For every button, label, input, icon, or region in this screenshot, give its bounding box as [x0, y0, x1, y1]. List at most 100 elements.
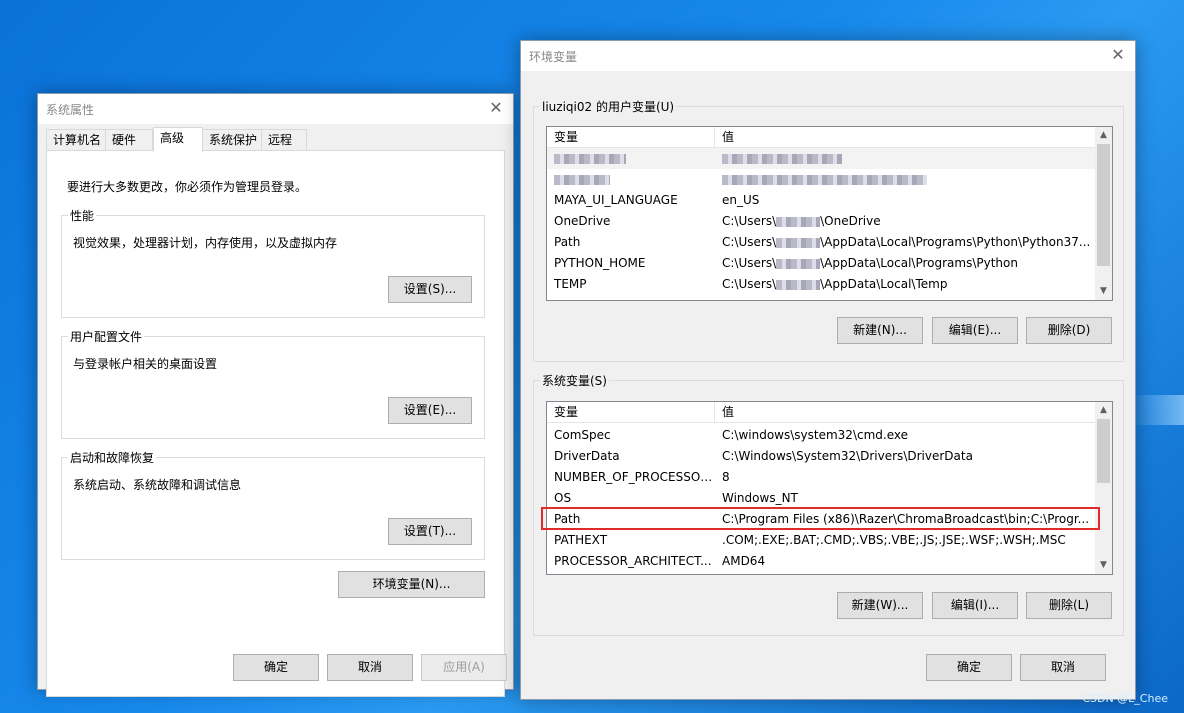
apply-button[interactable]: 应用(A)	[421, 654, 507, 681]
vertical-scrollbar[interactable]: ▲ ▼	[1095, 127, 1112, 300]
cancel-button[interactable]: 取消	[1020, 654, 1106, 681]
variable-name: NUMBER_OF_PROCESSORS	[554, 470, 715, 484]
user-profile-desc: 与登录帐户相关的桌面设置	[73, 357, 218, 371]
user-new-button[interactable]: 新建(N)...	[837, 317, 923, 344]
environment-variables-window: 环境变量 ✕ liuziqi02 的用户变量(U) 变量 值 MAYA_UI_L…	[520, 40, 1136, 700]
desktop-light-streak	[1130, 395, 1184, 425]
system-edit-button[interactable]: 编辑(I)...	[932, 592, 1018, 619]
close-icon[interactable]: ✕	[1107, 44, 1129, 66]
path-row-highlight	[541, 507, 1100, 530]
system-new-button[interactable]: 新建(W)...	[837, 592, 923, 619]
system-variables-title: 系统变量(S)	[540, 372, 609, 389]
scroll-up-icon[interactable]: ▲	[1095, 402, 1112, 419]
variable-name: Path	[554, 235, 581, 249]
environment-variables-button[interactable]: 环境变量(N)...	[338, 571, 485, 598]
admin-note: 要进行大多数更改，你必须作为管理员登录。	[67, 180, 308, 194]
startup-recovery-title: 启动和故障恢复	[68, 449, 157, 466]
redacted-username	[776, 279, 821, 290]
user-profile-group: 用户配置文件 与登录帐户相关的桌面设置 设置(E)...	[61, 328, 485, 439]
variable-value: AMD64	[722, 554, 766, 568]
performance-desc: 视觉效果，处理器计划，内存使用，以及虚拟内存	[73, 236, 338, 250]
table-row[interactable]	[547, 169, 1095, 190]
variable-name: PATHEXT	[554, 533, 608, 547]
scroll-thumb[interactable]	[1097, 419, 1110, 483]
scroll-down-icon[interactable]: ▼	[1095, 557, 1112, 574]
table-row[interactable]: MAYA_UI_LANGUAGE en_US	[547, 190, 1095, 211]
startup-recovery-group: 启动和故障恢复 系统启动、系统故障和调试信息 设置(T)...	[61, 449, 485, 560]
startup-recovery-desc: 系统启动、系统故障和调试信息	[73, 478, 242, 492]
table-row[interactable]: Path C:\Users\ \AppData\Local\Programs\Py…	[547, 232, 1095, 253]
ok-button[interactable]: 确定	[926, 654, 1012, 681]
user-edit-button[interactable]: 编辑(E)...	[932, 317, 1018, 344]
table-row[interactable]: PATHEXT .COM;.EXE;.BAT;.CMD;.VBS;.VBE;.J…	[547, 530, 1095, 551]
table-row[interactable]: OneDrive C:\Users\ \OneDrive	[547, 211, 1095, 232]
table-row[interactable]: DriverData C:\Windows\System32\Drivers\D…	[547, 446, 1095, 467]
redacted-value	[715, 148, 1095, 169]
tab-advanced[interactable]: 高级	[153, 127, 203, 152]
column-header-variable[interactable]: 变量	[547, 127, 715, 148]
startup-settings-button[interactable]: 设置(T)...	[388, 518, 472, 545]
vertical-scrollbar[interactable]: ▲ ▼	[1095, 402, 1112, 574]
close-icon[interactable]: ✕	[485, 97, 507, 119]
cancel-button[interactable]: 取消	[327, 654, 413, 681]
variable-value: C:\Users\ \AppData\Local\Programs\Python\…	[722, 235, 1091, 249]
watermark: CSDN @L_Chee	[1082, 692, 1168, 705]
scroll-thumb[interactable]	[1097, 144, 1110, 266]
column-header-variable[interactable]: 变量	[547, 402, 715, 423]
system-properties-titlebar: 系统属性 ✕	[38, 94, 513, 124]
tab-hardware[interactable]: 硬件	[105, 129, 153, 151]
variable-value: C:\Windows\System32\Drivers\DriverData	[722, 449, 973, 463]
variable-name: TEMP	[554, 277, 587, 291]
table-row[interactable]: TEMP C:\Users\ \AppData\Local\Temp	[547, 274, 1095, 295]
user-variables-title: liuziqi02 的用户变量(U)	[540, 98, 677, 115]
variable-value: .COM;.EXE;.BAT;.CMD;.VBS;.VBE;.JS;.JSE;.…	[722, 533, 1066, 547]
variable-name: OS	[554, 491, 572, 505]
variable-name: PYTHON_HOME	[554, 256, 646, 270]
user-variables-list[interactable]: 变量 值 MAYA_UI_LANGUAGE en_US OneDrive C:\…	[546, 126, 1113, 301]
column-header-value[interactable]: 值	[715, 402, 1095, 423]
column-header-value[interactable]: 值	[715, 127, 1095, 148]
variable-value: Windows_NT	[722, 491, 798, 505]
performance-group: 性能 视觉效果，处理器计划，内存使用，以及虚拟内存 设置(S)...	[61, 207, 485, 318]
user-delete-button[interactable]: 删除(D)	[1026, 317, 1112, 344]
table-row[interactable]: PROCESSOR_ARCHITECT... AMD64	[547, 551, 1095, 572]
variable-value: C:\Users\ \AppData\Local\Programs\Python	[722, 256, 1018, 270]
table-row[interactable]	[547, 148, 1095, 169]
scroll-up-icon[interactable]: ▲	[1095, 127, 1112, 144]
list-header: 变量 值	[547, 402, 1095, 423]
ok-button[interactable]: 确定	[233, 654, 319, 681]
variable-value: C:\Users\ \AppData\Local\Temp	[722, 277, 948, 291]
variable-name: DriverData	[554, 449, 620, 463]
variable-name: PROCESSOR_ARCHITECT...	[554, 554, 712, 568]
performance-settings-button[interactable]: 设置(S)...	[388, 276, 472, 303]
scroll-down-icon[interactable]: ▼	[1095, 283, 1112, 300]
system-variables-list[interactable]: 变量 值 ComSpec C:\windows\system32\cmd.exe…	[546, 401, 1113, 575]
redacted-name	[547, 169, 715, 190]
tab-system-protection[interactable]: 系统保护	[202, 129, 262, 151]
variable-value: en_US	[722, 193, 760, 207]
table-row[interactable]: ComSpec C:\windows\system32\cmd.exe	[547, 425, 1095, 446]
variable-name: ComSpec	[554, 428, 611, 442]
redacted-value	[715, 169, 1095, 190]
window-title: 环境变量	[529, 50, 578, 64]
redacted-username	[776, 258, 821, 269]
system-delete-button[interactable]: 删除(L)	[1026, 592, 1112, 619]
table-row[interactable]: NUMBER_OF_PROCESSORS 8	[547, 467, 1095, 488]
advanced-tab-panel: 要进行大多数更改，你必须作为管理员登录。 性能 视觉效果，处理器计划，内存使用，…	[46, 150, 505, 697]
variable-value: C:\windows\system32\cmd.exe	[722, 428, 908, 442]
table-row[interactable]: PYTHON_HOME C:\Users\ \AppData\Local\Prog…	[547, 253, 1095, 274]
redacted-username	[776, 216, 821, 227]
tab-remote[interactable]: 远程	[261, 129, 307, 151]
variable-value: 8	[722, 470, 730, 484]
list-header: 变量 值	[547, 127, 1095, 148]
redacted-name	[547, 148, 715, 169]
redacted-username	[776, 237, 821, 248]
user-profile-settings-button[interactable]: 设置(E)...	[388, 397, 472, 424]
table-row[interactable]: OS Windows_NT	[547, 488, 1095, 509]
performance-title: 性能	[68, 207, 97, 224]
variable-value: C:\Users\ \OneDrive	[722, 214, 881, 228]
tab-computer-name[interactable]: 计算机名	[46, 129, 106, 151]
user-profile-title: 用户配置文件	[68, 328, 145, 345]
window-title: 系统属性	[46, 103, 95, 117]
system-properties-window: 系统属性 ✕ 计算机名 硬件 高级 系统保护 远程 要进行大多数更改，你必须作为…	[37, 93, 514, 697]
